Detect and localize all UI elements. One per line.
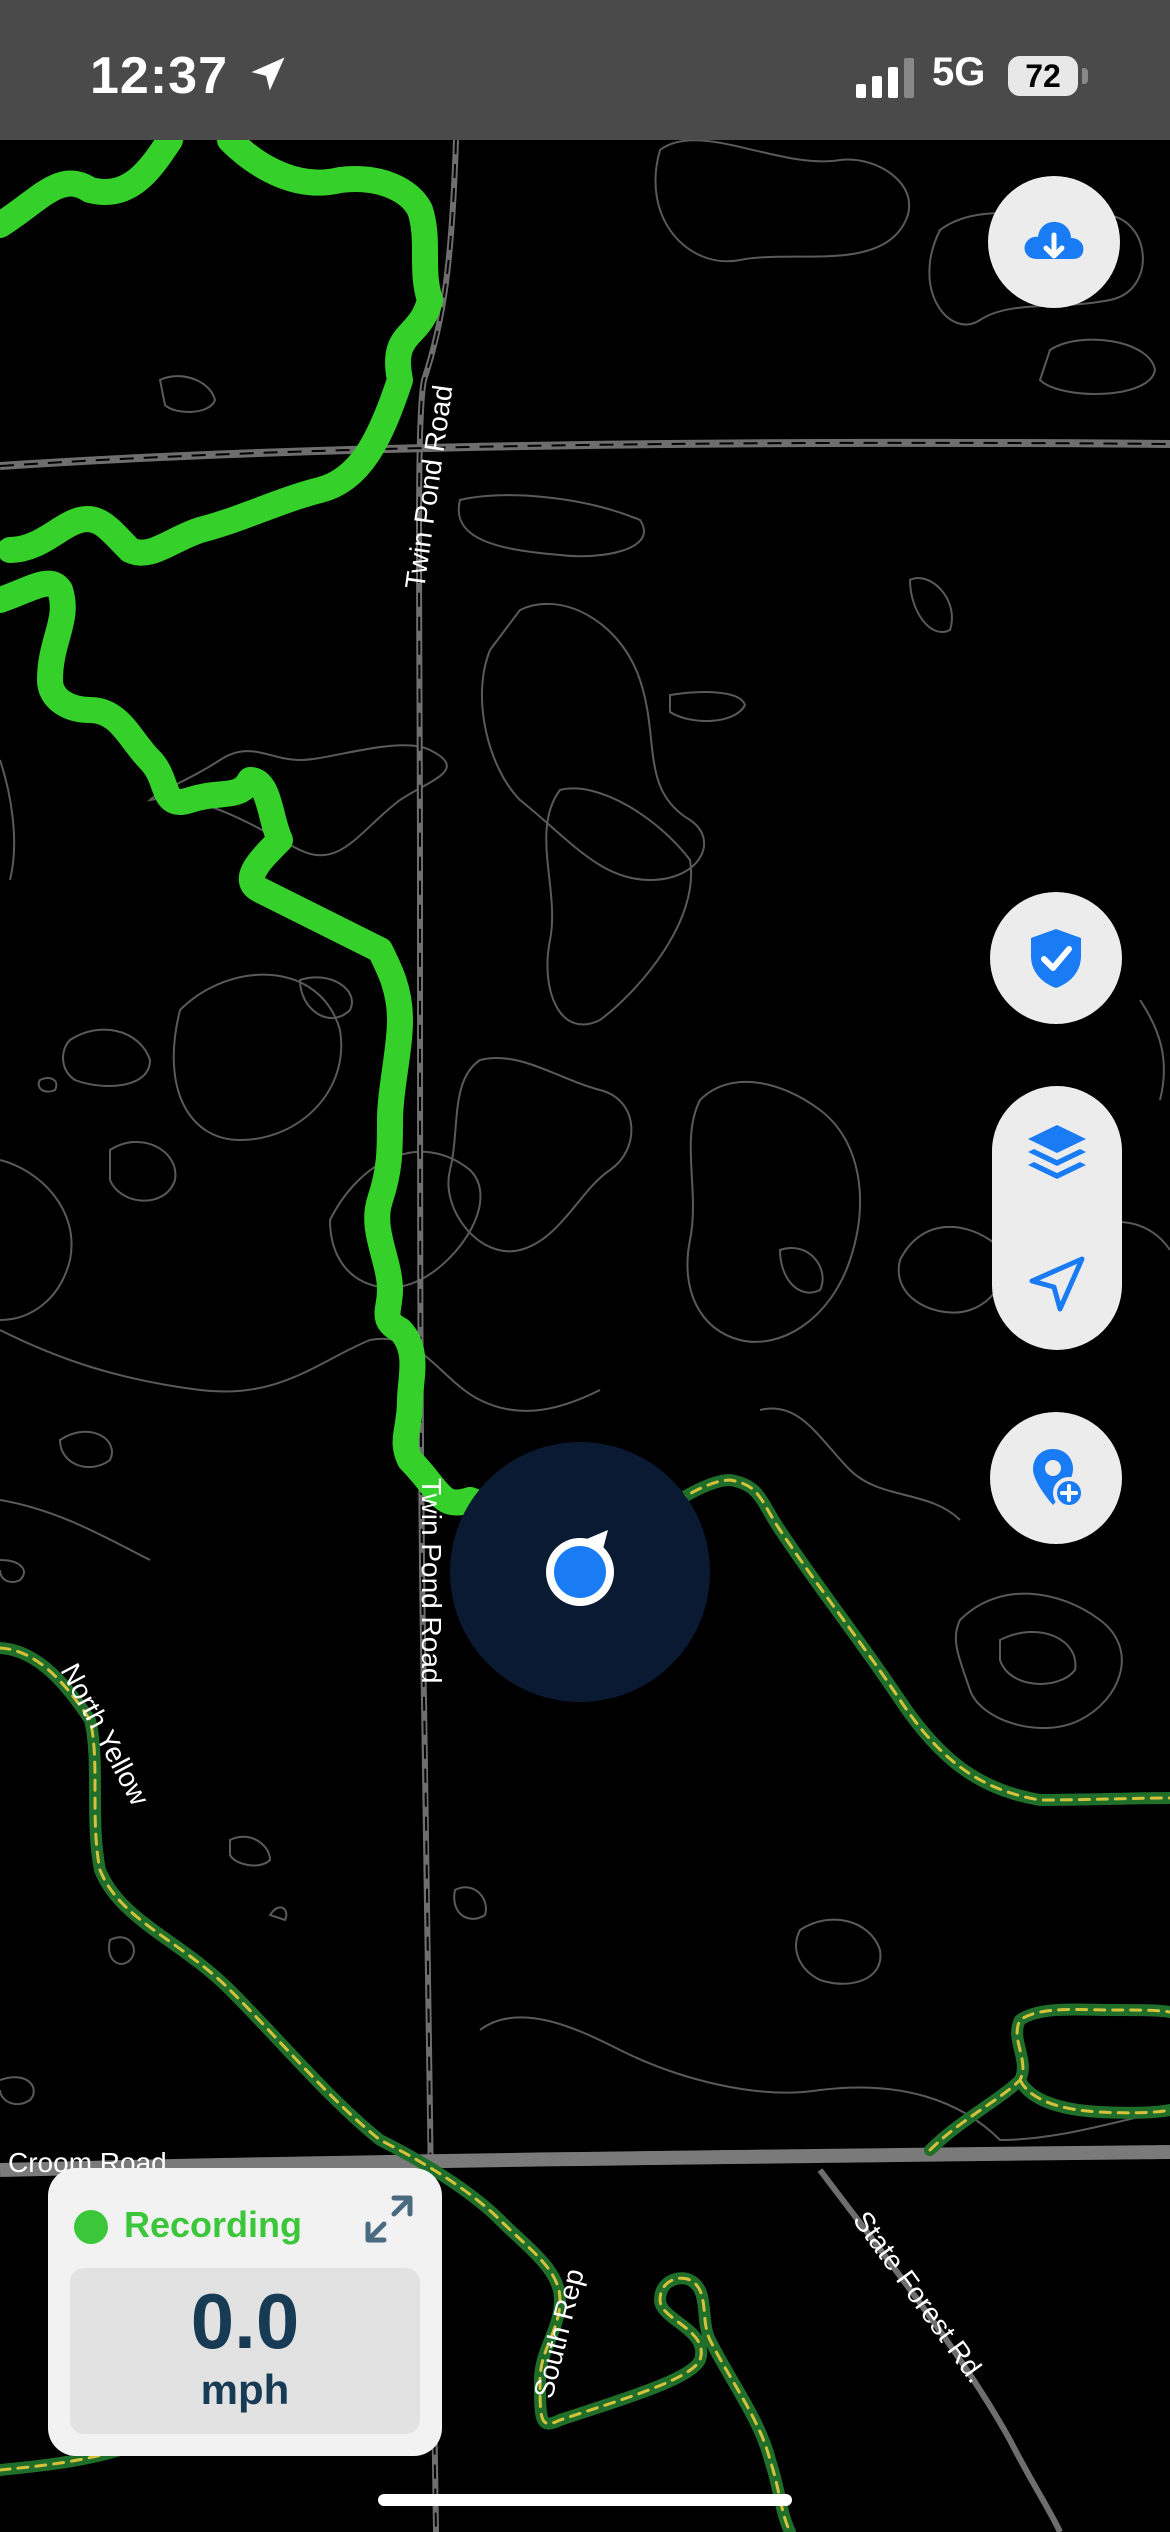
add-waypoint-button[interactable] bbox=[990, 1412, 1122, 1544]
speed-value: 0.0 bbox=[190, 2277, 300, 2365]
home-indicator[interactable] bbox=[378, 2494, 792, 2506]
shield-check-icon bbox=[1031, 929, 1081, 988]
locate-me-button[interactable] bbox=[992, 1218, 1122, 1350]
network-type: 5G bbox=[932, 50, 986, 94]
location-arrow-icon bbox=[251, 57, 285, 91]
battery-tip bbox=[1082, 68, 1088, 84]
pin-plus-icon bbox=[1033, 1449, 1085, 1509]
cellular-signal-icon bbox=[856, 58, 914, 98]
speed-unit: mph bbox=[200, 2366, 290, 2413]
status-time: 12:37 bbox=[90, 47, 228, 105]
navigation-arrow-icon bbox=[1029, 1256, 1085, 1312]
layers-icon bbox=[1028, 1125, 1086, 1179]
battery-level: 72 bbox=[1008, 56, 1078, 96]
layers-button[interactable] bbox=[992, 1086, 1122, 1218]
road-label-twin-pond-lower: Twin Pond Road bbox=[416, 1478, 447, 1683]
download-maps-button[interactable] bbox=[988, 176, 1120, 308]
status-bar: 12:37 5G 72 bbox=[0, 0, 1170, 140]
recording-panel[interactable]: Recording 0.0 mph bbox=[48, 2168, 442, 2456]
safety-button[interactable] bbox=[990, 892, 1122, 1024]
recording-status: Recording bbox=[124, 2204, 303, 2245]
map-controls-group bbox=[992, 1086, 1122, 1350]
user-location bbox=[450, 1442, 710, 1702]
speed-display: 0.0 mph bbox=[70, 2268, 420, 2434]
recording-indicator bbox=[74, 2210, 108, 2244]
expand-arrows-icon[interactable] bbox=[358, 2188, 420, 2250]
cloud-download-icon bbox=[1024, 221, 1084, 259]
